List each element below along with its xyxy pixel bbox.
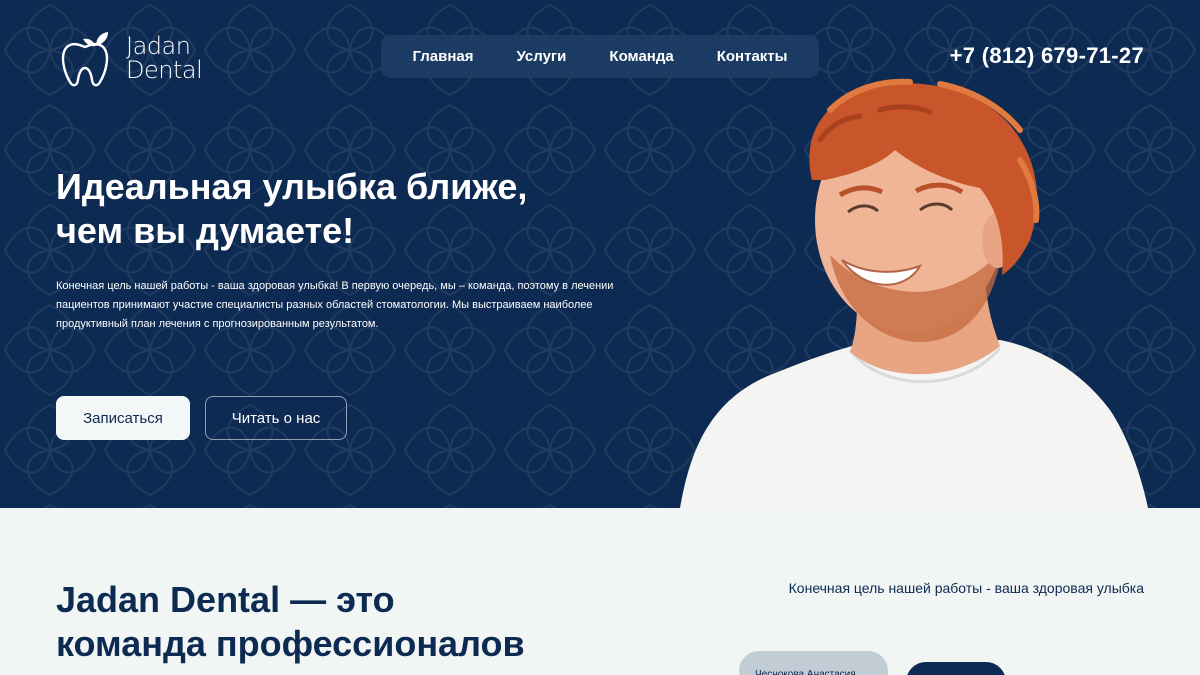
about-title-line2: команда профессионалов [56, 623, 525, 664]
about-title-line1: Jadan Dental — это [56, 579, 395, 620]
about-title: Jadan Dental — это команда профессионало… [56, 578, 525, 666]
tooth-logo-icon [61, 32, 109, 87]
dark-pill-button[interactable] [906, 662, 1006, 675]
nav-item-team[interactable]: Команда [609, 48, 673, 65]
hero-section: Jadan Dental Главная Услуги Команда Конт… [0, 0, 1200, 508]
doctor-name-chip[interactable]: Чеснокова Анастасия [739, 651, 888, 675]
hero-person-photo [680, 78, 1148, 508]
brand-name-line2: Dental [126, 56, 203, 84]
hero-title-line1: Идеальная улыбка ближе, [56, 166, 528, 207]
brand-name-line1: Jadan [126, 32, 191, 60]
hero-title: Идеальная улыбка ближе, чем вы думаете! [56, 165, 527, 253]
phone-number[interactable]: +7 (812) 679-71-27 [950, 43, 1144, 69]
brand-name: Jadan Dental [126, 32, 203, 84]
about-tagline: Конечная цель нашей работы - ваша здоров… [788, 580, 1144, 596]
read-about-button[interactable]: Читать о нас [205, 396, 347, 440]
nav-item-services[interactable]: Услуги [517, 48, 567, 65]
book-appointment-button[interactable]: Записаться [56, 396, 190, 440]
hero-description: Конечная цель нашей работы - ваша здоров… [56, 280, 614, 330]
brand-logo[interactable]: Jadan Dental [56, 26, 203, 90]
hero-title-line2: чем вы думаете! [56, 210, 355, 251]
nav-item-home[interactable]: Главная [413, 48, 474, 65]
nav-item-contacts[interactable]: Контакты [717, 48, 788, 65]
